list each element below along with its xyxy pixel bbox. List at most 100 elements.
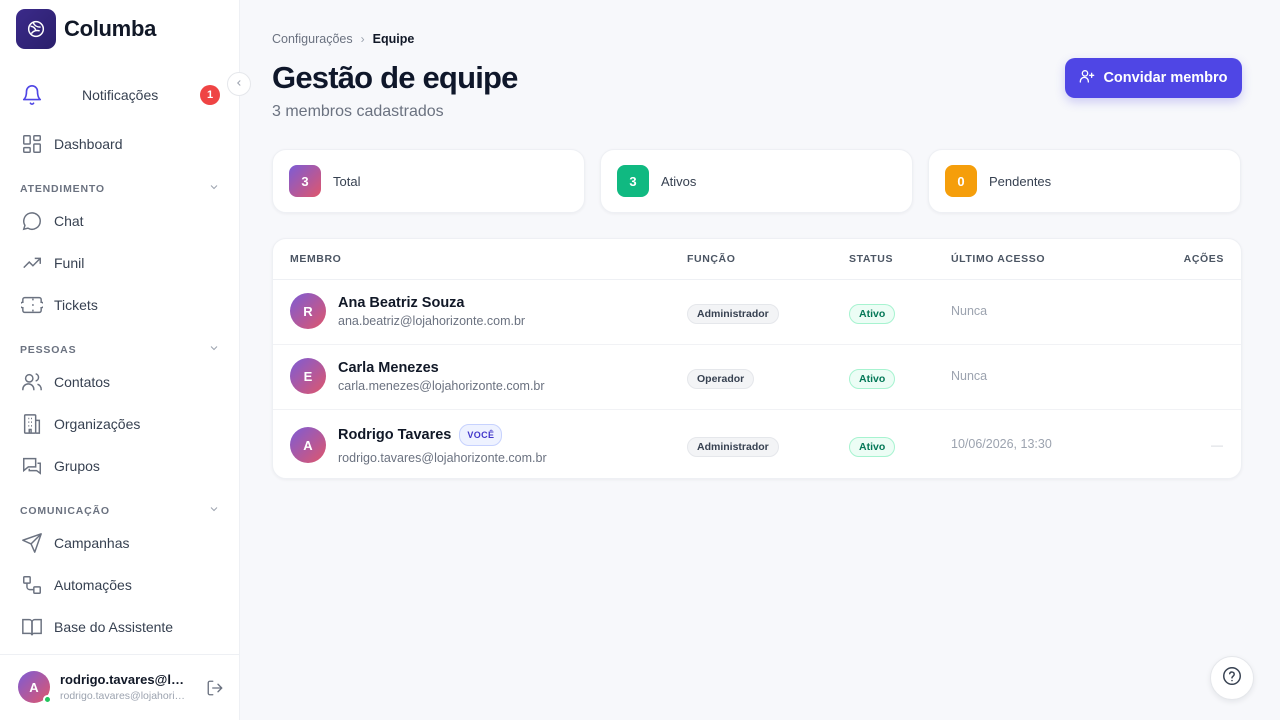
section-header-atendimento[interactable]: ATENDIMENTO bbox=[20, 181, 220, 196]
stat-label: Pendentes bbox=[989, 173, 1052, 189]
breadcrumb: Configurações › Equipe bbox=[272, 32, 414, 46]
column-header-member: MEMBRO bbox=[290, 253, 342, 265]
section-header-comunicacao[interactable]: COMUNICAÇÃO bbox=[20, 503, 220, 518]
sidebar-item-automacoes[interactable]: Automações bbox=[20, 571, 224, 599]
last-access: Nunca bbox=[951, 304, 988, 318]
logo-icon bbox=[16, 9, 56, 49]
role-badge: Administrador bbox=[687, 304, 779, 324]
invite-member-button[interactable]: Convidar membro bbox=[1065, 58, 1242, 98]
avatar: A bbox=[290, 427, 326, 463]
sidebar-item-label: Organizações bbox=[54, 416, 141, 432]
table-row[interactable]: E Carla Menezes carla.menezes@lojahorizo… bbox=[273, 345, 1241, 410]
sidebar-item-tickets[interactable]: Tickets bbox=[20, 291, 224, 319]
stat-value: 0 bbox=[945, 165, 977, 197]
page-subtitle: 3 membros cadastrados bbox=[272, 103, 444, 120]
sidebar-item-label: Notificações bbox=[82, 87, 159, 103]
avatar: E bbox=[290, 358, 326, 394]
chevron-down-icon bbox=[208, 503, 220, 518]
avatar: R bbox=[290, 293, 326, 329]
member-email: carla.menezes@lojahorizonte.com.br bbox=[338, 379, 545, 393]
breadcrumb-item-configuracoes[interactable]: Configurações bbox=[272, 32, 353, 46]
chat-icon bbox=[20, 209, 44, 233]
sidebar-item-label: Contatos bbox=[54, 374, 111, 390]
status-badge: Ativo bbox=[849, 369, 896, 389]
help-button[interactable] bbox=[1210, 656, 1254, 700]
user-email: rodrigo.tavares@lojahorizonte.com.br bbox=[60, 690, 188, 702]
building-icon bbox=[20, 412, 44, 436]
help-circle-icon bbox=[1221, 665, 1243, 692]
member-name: Carla Menezes bbox=[338, 360, 439, 376]
sidebar-item-label: Base do Assistente bbox=[54, 619, 174, 635]
sidebar-item-label: Campanhas bbox=[54, 535, 130, 551]
status-badge: Ativo bbox=[849, 304, 896, 324]
send-icon bbox=[20, 531, 44, 555]
sidebar-item-base-assistente[interactable]: Base do Assistente bbox=[20, 613, 224, 641]
stat-card-pendentes: 0 Pendentes bbox=[928, 149, 1241, 213]
row-action-placeholder: — bbox=[1211, 438, 1223, 452]
members-table: MEMBRO FUNÇÃO STATUS ÚLTIMO ACESSO AÇÕES… bbox=[272, 238, 1242, 479]
member-name: Rodrigo Tavares VOCÊ bbox=[338, 424, 503, 446]
stat-label: Total bbox=[333, 173, 361, 189]
sidebar-item-label: Dashboard bbox=[54, 136, 123, 152]
sidebar-item-label: Chat bbox=[54, 213, 84, 229]
sidebar-item-label: Grupos bbox=[54, 458, 100, 474]
sidebar-item-chat[interactable]: Chat bbox=[20, 207, 224, 235]
sidebar-item-funil[interactable]: Funil bbox=[20, 249, 224, 277]
member-email: rodrigo.tavares@lojahorizonte.com.br bbox=[338, 451, 547, 465]
member-name-text: Ana Beatriz Souza bbox=[338, 295, 465, 311]
book-icon bbox=[20, 615, 44, 639]
column-header-role: FUNÇÃO bbox=[687, 253, 736, 265]
sidebar-item-label: Tickets bbox=[54, 297, 98, 313]
groups-icon bbox=[20, 454, 44, 478]
last-access: 10/06/2026, 13:30 bbox=[951, 437, 1052, 451]
column-header-last-access: ÚLTIMO ACESSO bbox=[951, 253, 1046, 265]
sidebar-item-contatos[interactable]: Contatos bbox=[20, 368, 224, 396]
column-header-status: STATUS bbox=[849, 253, 894, 265]
sidebar: Columba Notificações 1 Dashboard ATENDIM… bbox=[0, 0, 240, 720]
stat-card-ativos: 3 Ativos bbox=[600, 149, 913, 213]
invite-member-label: Convidar membro bbox=[1103, 70, 1228, 86]
chevron-down-icon bbox=[208, 181, 220, 196]
breadcrumb-separator: › bbox=[360, 32, 365, 46]
stat-value: 3 bbox=[289, 165, 321, 197]
user-plus-icon bbox=[1079, 68, 1095, 88]
chevron-left-icon bbox=[234, 75, 244, 93]
page-title: Gestão de equipe bbox=[272, 60, 518, 95]
sidebar-item-grupos[interactable]: Grupos bbox=[20, 452, 224, 480]
dashboard-icon bbox=[20, 132, 44, 156]
you-badge: VOCÊ bbox=[459, 424, 503, 446]
logout-icon[interactable] bbox=[205, 678, 225, 698]
stat-label: Ativos bbox=[661, 173, 697, 189]
online-status-indicator bbox=[43, 695, 52, 704]
member-email: ana.beatriz@lojahorizonte.com.br bbox=[338, 314, 526, 328]
brand[interactable]: Columba bbox=[16, 9, 156, 49]
sidebar-item-label: Funil bbox=[54, 255, 85, 271]
sidebar-item-organizacoes[interactable]: Organizações bbox=[20, 410, 224, 438]
last-access: Nunca bbox=[951, 369, 988, 383]
collapse-sidebar-button[interactable] bbox=[227, 72, 251, 96]
ticket-icon bbox=[20, 293, 44, 317]
member-name-text: Rodrigo Tavares bbox=[338, 427, 452, 443]
trending-icon bbox=[20, 251, 44, 275]
stat-card-total: 3 Total bbox=[272, 149, 585, 213]
sidebar-item-campanhas[interactable]: Campanhas bbox=[20, 529, 224, 557]
section-header-pessoas[interactable]: PESSOAS bbox=[20, 342, 220, 357]
breadcrumb-item-equipe: Equipe bbox=[372, 32, 415, 46]
bell-icon bbox=[20, 83, 44, 107]
notification-count-badge: 1 bbox=[200, 85, 220, 105]
chevron-down-icon bbox=[208, 342, 220, 357]
sidebar-item-dashboard[interactable]: Dashboard bbox=[20, 130, 224, 158]
table-row[interactable]: R Ana Beatriz Souza ana.beatriz@lojahori… bbox=[273, 280, 1241, 345]
sidebar-item-notificacoes[interactable]: Notificações 1 bbox=[20, 81, 224, 109]
user-profile[interactable]: A rodrigo.tavares@lojahorizonte.com.br r… bbox=[0, 654, 240, 720]
status-badge: Ativo bbox=[849, 437, 896, 457]
table-row[interactable]: A Rodrigo Tavares VOCÊ rodrigo.tavares@l… bbox=[273, 410, 1241, 478]
role-badge: Operador bbox=[687, 369, 755, 389]
workflow-icon bbox=[20, 573, 44, 597]
user-name: rodrigo.tavares@lojahorizonte.com.br bbox=[60, 672, 190, 687]
section-title: PESSOAS bbox=[20, 343, 77, 356]
member-name-text: Carla Menezes bbox=[338, 360, 439, 376]
role-badge: Administrador bbox=[687, 437, 779, 457]
column-header-actions: AÇÕES bbox=[1183, 253, 1224, 265]
users-icon bbox=[20, 370, 44, 394]
